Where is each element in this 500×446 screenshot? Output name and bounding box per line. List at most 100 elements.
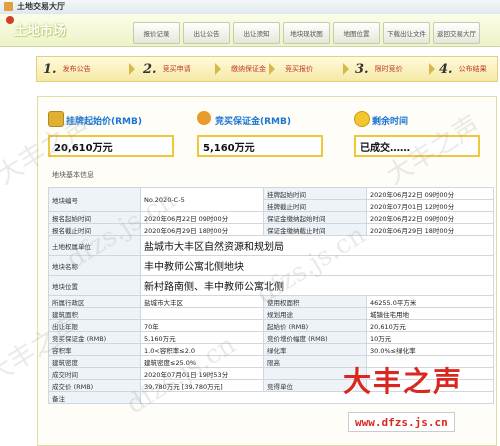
step-arrow-icon [343,63,349,75]
table-cell: 竞买保证金 (RMB) [48,331,141,344]
step-arrow-icon [429,63,435,75]
table-cell: 2020年07月01日 12时00分 [366,199,494,212]
table-cell: 竞价增价幅度 (RMB) [263,331,367,344]
table-cell: 46255.0平方米 [366,295,494,308]
table-cell: 新村路南侧、丰中教师公寓北侧 [140,275,494,296]
table-cell: 保证金缴纳起始时间 [263,211,367,224]
table-row: 地块编号 No.2020-C-5 挂牌起始时间 2020年06月22日 09时0… [48,187,494,212]
window-title: 土地交易大厅 [17,2,65,11]
table-cell: 地块名称 [48,255,141,276]
step-label: 公布结果 [458,65,487,73]
home-icon [4,2,13,11]
tab-announcement[interactable]: 出让公告 [183,22,230,44]
deposit-label: 竞买保证金(RMB) [215,117,291,127]
logo-text: 土地市场 [14,24,67,39]
table-row: 所属行政区 盐城市大丰区 使用权面积 46255.0平方米 [48,295,494,308]
step-arrow-icon [215,63,221,75]
table-row: 报名截止时间 2020年06月29日 18时00分 保证金缴纳截止时间 2020… [48,223,494,236]
brand-url: www.dfzs.js.cn [348,412,455,432]
start-price-value: 20,610万元 [48,135,174,157]
table-cell: 地块位置 [48,275,141,296]
table-cell: 建筑密度 [48,355,141,368]
table-cell: 2020年06月22日 09时00分 [366,211,494,224]
table-row: 地块名称 丰中教师公寓北侧地块 [48,255,494,276]
table-row: 建筑面积 规划用途 城镇住宅用地 [48,307,494,320]
table-cell: 出让年限 [48,319,141,332]
progress-steps: 1. 发布公告 2. 竞买申请 缴纳保证金 竞买报价 3. 限时竞价 4. 公布… [36,56,498,82]
brand-logo: 大丰之声 [343,365,464,398]
table-cell: 2020年06月22日 09时00分 [140,211,264,224]
start-price-label: 挂牌起始价(RMB) [66,117,142,127]
step-label: 发布公告 [62,65,91,73]
step-number: 3. [355,61,369,77]
table-cell: 39,780万元 [39,780万元] [140,379,264,392]
table-cell: 土地权属单位 [48,235,141,256]
table-cell: 起始价 (RMB) [263,319,367,332]
step-result: 4. 公布结果 [439,60,487,78]
step-apply: 2. 竞买申请 [143,60,191,78]
remaining-time-label: 剩余时间 [372,117,409,127]
step-number: 4. [439,61,453,77]
table-cell: 报名截止时间 [48,223,141,236]
table-cell: 挂牌起始时间 [263,187,367,200]
table-cell: 报名起始时间 [48,211,141,224]
remaining-time-value: 已成交…… [354,135,480,157]
header: 土地市场 报价记录 出让公告 出让须知 地块现状图 地图位置 下载出让文件 返回… [0,14,500,47]
logo: 土地市场 [4,16,124,44]
step-deposit: 缴纳保证金 [225,60,266,78]
table-cell: 绿化率 [263,343,367,356]
table-row: 土地权属单位 盐城市大丰区自然资源和规划局 [48,235,494,256]
tab-back-hall[interactable]: 返回交易大厅 [433,22,480,44]
table-row: 地块位置 新村路南侧、丰中教师公寓北侧 [48,275,494,296]
money-bag-icon [197,111,211,125]
step-arrow-icon [269,63,275,75]
table-cell: 建筑密度≤25.0% [140,355,264,368]
step-arrow-icon [129,63,135,75]
tab-site-map[interactable]: 地块现状图 [283,22,330,44]
step-publish: 1. 发布公告 [43,60,91,78]
table-cell: 保证金缴纳截止时间 [263,223,367,236]
table-row: 竞买保证金 (RMB) 5,160万元 竞价增价幅度 (RMB) 10万元 [48,331,494,344]
coin-stack-icon [48,111,64,127]
section-title: 地块基本信息 [52,171,94,179]
table-row: 报名起始时间 2020年06月22日 09时00分 保证金缴纳起始时间 2020… [48,211,494,224]
step-quote: 竞买报价 [279,60,313,78]
table-cell: 2020年06月29日 18时00分 [366,223,494,236]
pin-icon [6,16,14,24]
tab-download-docs[interactable]: 下载出让文件 [383,22,430,44]
title-bar: 土地交易大厅 [0,0,500,15]
step-label: 竞买申请 [162,65,191,73]
step-label: 竞买报价 [285,65,313,73]
table-cell: 挂牌截止时间 [263,199,367,212]
table-cell: 丰中教师公寓北侧地块 [140,255,494,276]
table-cell: 2020年06月22日 09时00分 [366,187,494,200]
step-label: 限时竞价 [374,65,403,73]
step-number: 1. [43,61,57,77]
deposit-value: 5,160万元 [197,135,323,157]
table-cell: 备注 [48,391,141,404]
tab-map-location[interactable]: 地图位置 [333,22,380,44]
table-cell: 2020年07月01日 19时53分 [140,367,264,380]
nav-tabs: 报价记录 出让公告 出让须知 地块现状图 地图位置 下载出让文件 返回交易大厅 [130,22,480,44]
table-cell: 盐城市大丰区 [140,295,264,308]
step-label: 缴纳保证金 [231,65,266,73]
table-cell: 10万元 [366,331,494,344]
table-cell: 盐城市大丰区自然资源和规划局 [140,235,494,256]
step-number: 2. [143,61,157,77]
table-cell: 2020年06月29日 18时00分 [140,223,264,236]
table-cell: 30.0%≤绿化率 [366,343,494,356]
table-cell [140,307,264,320]
table-cell: 建筑面积 [48,307,141,320]
table-cell: 使用权面积 [263,295,367,308]
table-cell: 20,610万元 [366,319,494,332]
table-cell: 规划用途 [263,307,367,320]
table-row: 容积率 1.0<容积率≤2.0 绿化率 30.0%≤绿化率 [48,343,494,356]
tab-notice[interactable]: 出让须知 [233,22,280,44]
table-cell: 1.0<容积率≤2.0 [140,343,264,356]
table-row: 出让年限 70年 起始价 (RMB) 20,610万元 [48,319,494,332]
tab-bid-records[interactable]: 报价记录 [133,22,180,44]
table-cell: 所属行政区 [48,295,141,308]
stopwatch-icon [354,111,370,127]
table-cell: No.2020-C-5 [140,187,264,212]
table-cell: 容积率 [48,343,141,356]
